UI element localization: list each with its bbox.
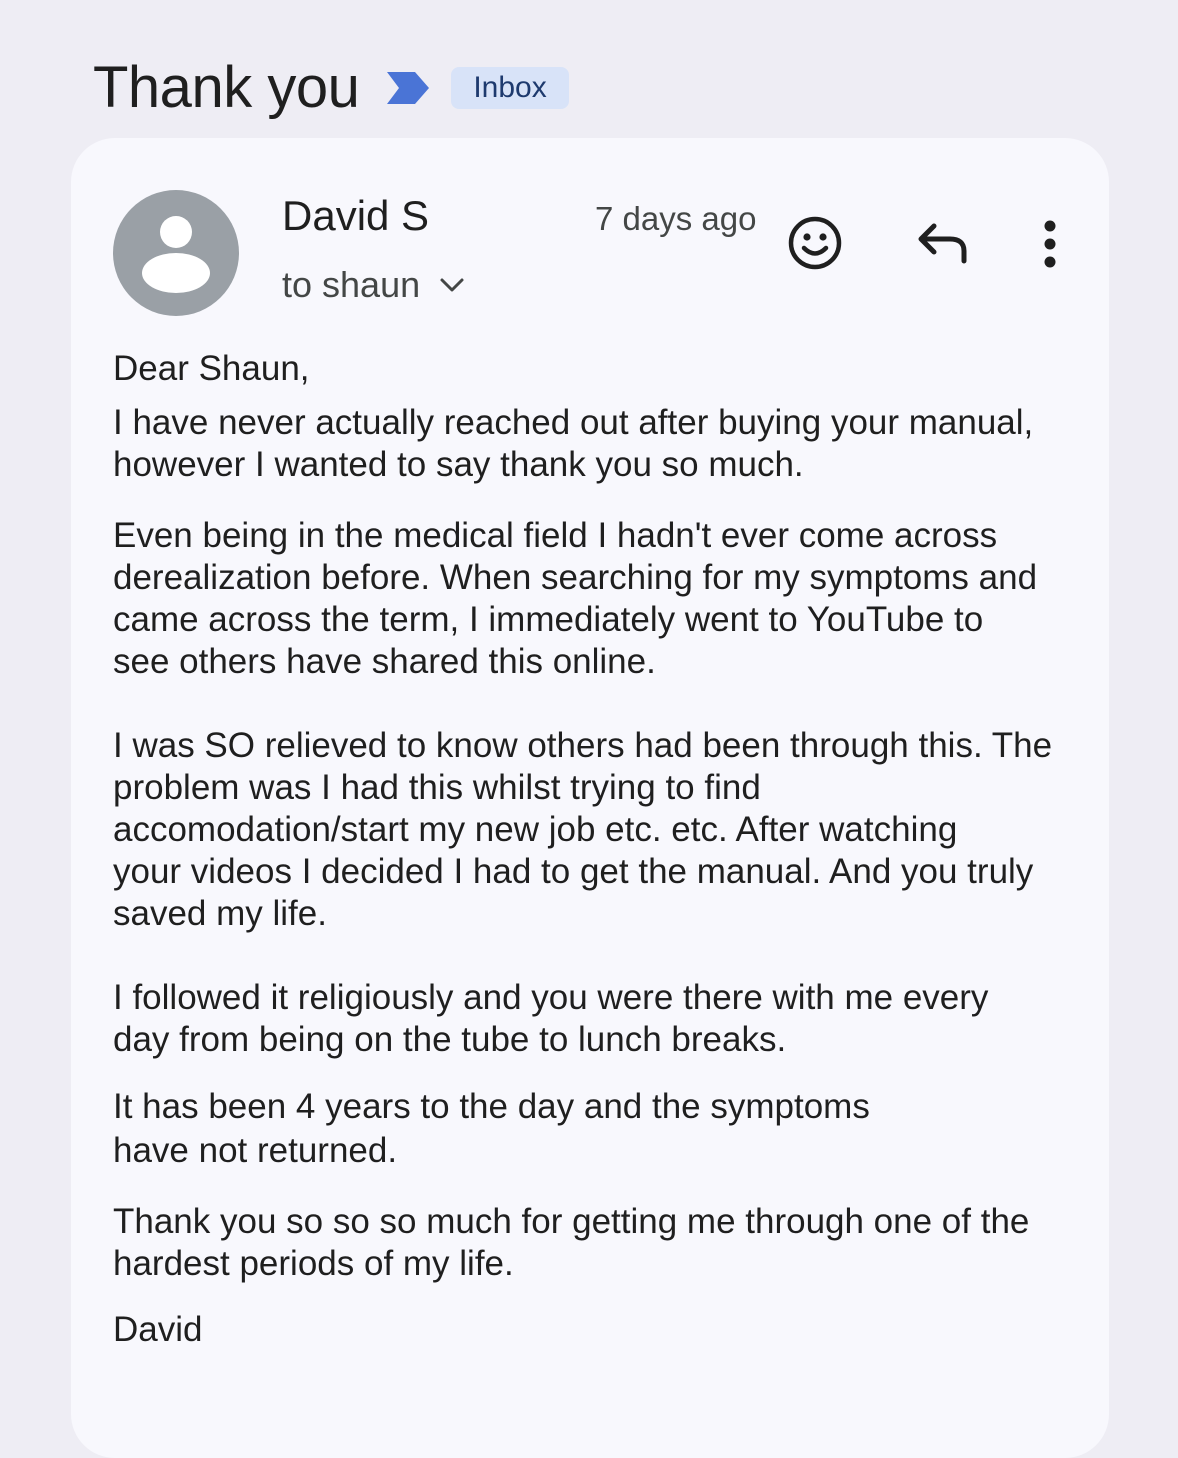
recipients-text: to shaun: [282, 264, 421, 305]
body-paragraph: Thank you so so so much for getting me t…: [113, 1201, 1073, 1285]
sender-name[interactable]: David S: [282, 190, 429, 242]
reply-button[interactable]: [911, 216, 973, 272]
more-vert-icon: [1044, 220, 1056, 268]
body-line: day from being on the tube to lunch brea…: [113, 1020, 787, 1059]
body-line: I have never actually reached out after …: [113, 403, 1034, 442]
body-paragraph: Even being in the medical field I hadn't…: [113, 515, 1073, 683]
body-line: your videos I decided I had to get the m…: [113, 852, 1034, 891]
body-paragraph: I was SO relieved to know others had bee…: [113, 725, 1073, 935]
body-line: see others have shared this online.: [113, 642, 656, 681]
body-line: derealization before. When searching for…: [113, 558, 1038, 597]
greeting: Dear Shaun,: [113, 349, 310, 388]
body-paragraph: I have never actually reached out after …: [113, 402, 1073, 486]
body-line: Even being in the medical field I hadn't…: [113, 516, 998, 555]
inbox-label-chip[interactable]: Inbox: [451, 67, 569, 109]
body-line: Thank you so so so much for getting me t…: [113, 1202, 1030, 1241]
body-line: accomodation/start my new job etc. etc. …: [113, 810, 958, 849]
chevron-down-icon: [440, 278, 464, 292]
body-paragraph: I followed it religiously and you were t…: [113, 977, 1073, 1061]
signature: David: [113, 1310, 203, 1349]
emoji-icon: [788, 216, 842, 270]
react-button[interactable]: [784, 212, 846, 274]
recipients-toggle[interactable]: to shaun: [282, 262, 466, 308]
body-line: came across the term, I immediately went…: [113, 600, 984, 639]
body-paragraph: It has been 4 years to the day and the s…: [113, 1085, 1073, 1173]
body-line: problem was I had this whilst trying to …: [113, 768, 761, 807]
body-line: It has been 4 years to the day and the s…: [113, 1087, 870, 1126]
more-options-button[interactable]: [1029, 214, 1071, 274]
sender-avatar[interactable]: [113, 190, 239, 316]
body-line: saved my life.: [113, 894, 327, 933]
message-card: David S to shaun 7 days ago Dear Shaun,: [71, 138, 1109, 1458]
email-subject: Thank you: [93, 55, 360, 120]
message-time: 7 days ago: [595, 200, 757, 237]
person-avatar-icon: [142, 216, 210, 293]
subject-header: Thank you Inbox: [93, 52, 569, 124]
body-line: hardest periods of my life.: [113, 1244, 514, 1283]
reply-icon: [918, 223, 967, 264]
importance-marker-icon[interactable]: [385, 70, 431, 106]
body-line: I was SO relieved to know others had bee…: [113, 726, 1053, 765]
body-line: have not returned.: [113, 1131, 398, 1170]
body-line: however I wanted to say thank you so muc…: [113, 445, 804, 484]
body-line: I followed it religiously and you were t…: [113, 978, 989, 1017]
message-body: Dear Shaun, I have never actually reache…: [113, 348, 1073, 1351]
